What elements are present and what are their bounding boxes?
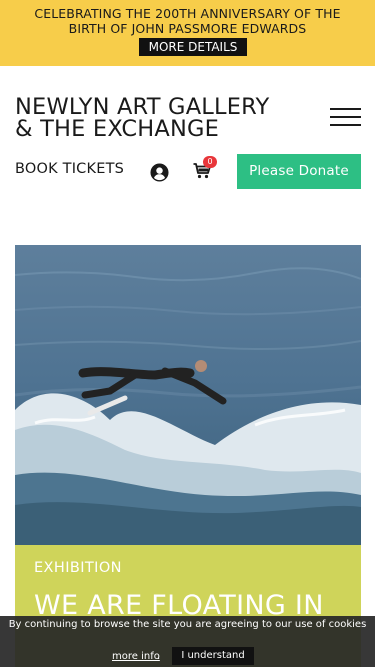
more-details-button[interactable]: MORE DETAILS xyxy=(139,38,247,56)
book-tickets-link[interactable]: BOOK TICKETS xyxy=(15,161,124,177)
announcement-line-1: CELEBRATING THE 200TH ANNIVERSARY OF THE xyxy=(34,6,341,21)
announcement-banner: CELEBRATING THE 200TH ANNIVERSARY OF THE… xyxy=(0,0,375,66)
announcement-line-2: BIRTH OF JOHN PASSMORE EDWARDS xyxy=(68,21,307,36)
logo-line-1: NEWLYN ART GALLERY xyxy=(15,94,270,120)
cookie-separator: . xyxy=(157,651,161,662)
cookie-notice: By continuing to browse the site you are… xyxy=(0,616,375,667)
donate-button[interactable]: Please Donate xyxy=(237,154,361,189)
card-category: EXHIBITION xyxy=(34,560,122,576)
logo-line-2: & THE EXCHANGE xyxy=(15,116,220,142)
cookie-message: By continuing to browse the site you are… xyxy=(8,619,367,630)
hero-image[interactable] xyxy=(15,245,361,545)
cart-count-badge: 0 xyxy=(203,156,217,168)
user-icon[interactable] xyxy=(150,163,169,182)
menu-icon[interactable] xyxy=(330,108,361,126)
accept-cookies-button[interactable]: I understand xyxy=(172,647,254,665)
announcement-text: CELEBRATING THE 200TH ANNIVERSARY OF THE… xyxy=(0,6,375,36)
more-info-link[interactable]: more info xyxy=(112,651,160,662)
site-logo[interactable]: NEWLYN ART GALLERY & THE EXCHANGE xyxy=(15,94,305,142)
